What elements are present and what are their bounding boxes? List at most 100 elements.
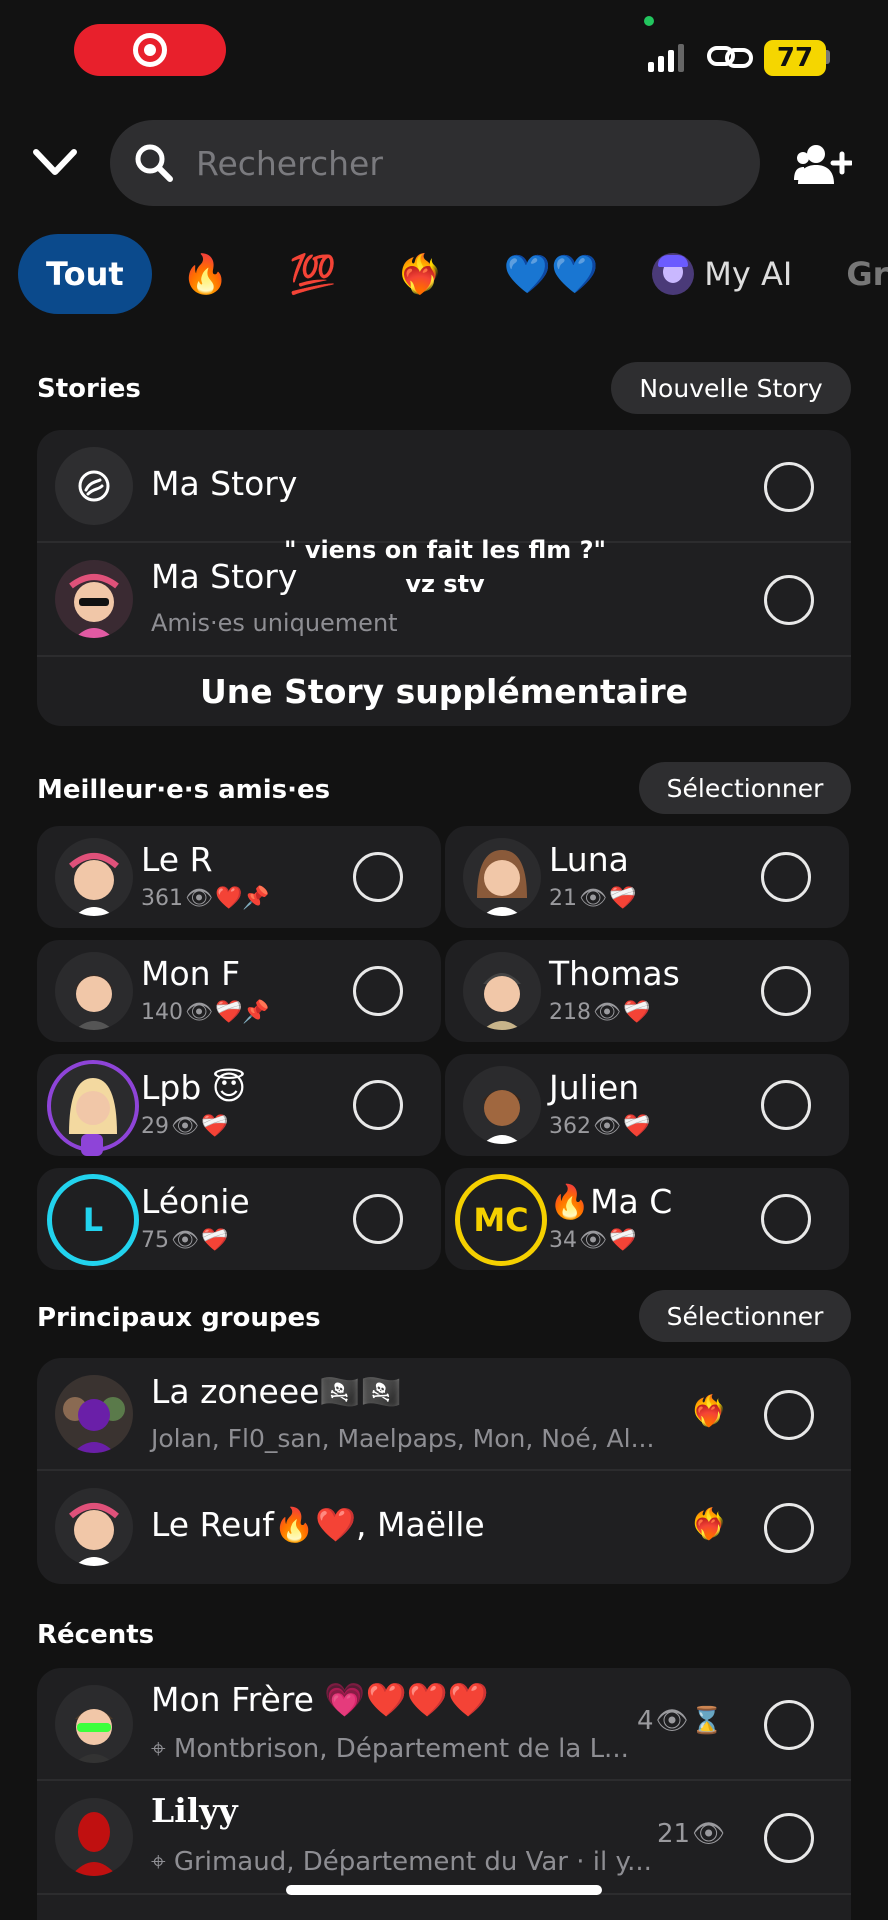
friends-story-checkbox[interactable] bbox=[764, 575, 814, 625]
recent-name: Lilyy bbox=[151, 1791, 238, 1830]
friend-emojis: ❤️‍🩹 bbox=[608, 1228, 637, 1253]
eye-icon: 👁 bbox=[171, 1114, 199, 1139]
bitmoji-avatar bbox=[55, 1488, 133, 1566]
friend-checkbox[interactable] bbox=[353, 966, 403, 1016]
friend-card[interactable]: MC 🔥Ma C 34 👁 ❤️‍🩹 bbox=[445, 1168, 849, 1270]
friend-name: Thomas bbox=[549, 954, 680, 993]
story-overlay-text-1: " viens on fait les flm ?" bbox=[283, 536, 607, 564]
recent-location-text: Montbrison, Département de la L... bbox=[173, 1734, 629, 1764]
eye-icon: 👁 bbox=[593, 1114, 621, 1139]
groups-section-title: Principaux groupes bbox=[37, 1303, 321, 1333]
friend-checkbox[interactable] bbox=[353, 1080, 403, 1130]
record-icon bbox=[133, 33, 167, 67]
streak-count: 21 bbox=[549, 886, 577, 911]
group-checkbox[interactable] bbox=[764, 1503, 814, 1553]
chip-hundred[interactable]: 💯 bbox=[259, 234, 366, 314]
friend-card[interactable]: Luna 21 👁 ❤️‍🩹 bbox=[445, 826, 849, 928]
battery-level: 77 bbox=[764, 40, 826, 76]
recents-card: Mon Frère 💗❤️❤️❤️ ⌖ Montbrison, Départem… bbox=[37, 1668, 851, 1920]
location-pin-icon: ⌖ bbox=[151, 1847, 166, 1877]
screen-recording-indicator[interactable] bbox=[74, 24, 226, 76]
my-story-checkbox[interactable] bbox=[764, 462, 814, 512]
streak-count: 140 bbox=[141, 1000, 183, 1025]
group-badge: ❤️‍🔥 bbox=[690, 1507, 728, 1542]
stories-section-title: Stories bbox=[37, 374, 141, 404]
default-avatar bbox=[55, 1798, 133, 1876]
friend-checkbox[interactable] bbox=[353, 852, 403, 902]
friend-checkbox[interactable] bbox=[761, 852, 811, 902]
friend-checkbox[interactable] bbox=[353, 1194, 403, 1244]
chip-all[interactable]: Tout bbox=[18, 234, 152, 314]
friend-streak: 75 👁 ❤️‍🩹 bbox=[141, 1228, 228, 1253]
recent-count: 4 bbox=[637, 1706, 654, 1736]
friend-emojis: ❤️‍🩹📌 bbox=[214, 1000, 270, 1025]
new-story-button[interactable]: Nouvelle Story bbox=[611, 362, 851, 414]
friend-name: Le R bbox=[141, 840, 213, 879]
friends-story-subtitle: Amis·es uniquement bbox=[151, 609, 398, 637]
search-bar[interactable] bbox=[110, 120, 760, 206]
vpn-link-icon bbox=[707, 46, 753, 68]
friend-card[interactable]: Julien 362 👁 ❤️‍🩹 bbox=[445, 1054, 849, 1156]
chip-my-ai-label: My AI bbox=[704, 255, 793, 293]
eye-icon: 👁 bbox=[692, 1819, 726, 1849]
chip-heart-fire[interactable]: ❤️‍🔥 bbox=[366, 234, 473, 314]
friend-emojis: ❤️📌 bbox=[214, 886, 270, 911]
bitmoji-avatar bbox=[55, 560, 133, 638]
extra-story-row[interactable]: Une Story supplémentaire bbox=[37, 657, 851, 726]
story-overlay-text-2: vz stv bbox=[405, 570, 485, 598]
group-name: La zoneee🏴‍☠️🏴‍☠️ bbox=[151, 1372, 402, 1411]
search-input[interactable] bbox=[196, 143, 716, 183]
streak-count: 361 bbox=[141, 886, 183, 911]
friends-story-title: Ma Story bbox=[151, 557, 298, 596]
chip-blue-hearts[interactable]: 💙💙 bbox=[474, 234, 629, 314]
friend-checkbox[interactable] bbox=[761, 1194, 811, 1244]
friend-card[interactable]: L Léonie 75 👁 ❤️‍🩹 bbox=[37, 1168, 441, 1270]
streak-count: 29 bbox=[141, 1114, 169, 1139]
group-members: Jolan, Fl0_san, Maelpaps, Mon, Noé, Al..… bbox=[151, 1424, 655, 1453]
friend-card[interactable]: Lpb 😇 29 👁 ❤️‍🩹 bbox=[37, 1054, 441, 1156]
groups-card: La zoneee🏴‍☠️🏴‍☠️ Jolan, Fl0_san, Maelpa… bbox=[37, 1358, 851, 1584]
streak-count: 362 bbox=[549, 1114, 591, 1139]
friend-card[interactable]: Thomas 218 👁 ❤️‍🩹 bbox=[445, 940, 849, 1042]
friend-name: Luna bbox=[549, 840, 629, 879]
groups-select-button[interactable]: Sélectionner bbox=[639, 1290, 851, 1342]
friend-checkbox[interactable] bbox=[761, 1080, 811, 1130]
chip-my-ai[interactable]: My AI bbox=[628, 234, 816, 314]
friend-streak: 21 👁 ❤️‍🩹 bbox=[549, 886, 636, 911]
group-name: Le Reuf🔥❤️, Maëlle bbox=[151, 1505, 485, 1544]
extra-story-label: Une Story supplémentaire bbox=[200, 672, 688, 711]
friend-checkbox[interactable] bbox=[761, 966, 811, 1016]
best-friends-select-button[interactable]: Sélectionner bbox=[639, 762, 851, 814]
eye-icon: 👁 bbox=[579, 886, 607, 911]
friend-card[interactable]: Mon F 140 👁 ❤️‍🩹📌 bbox=[37, 940, 441, 1042]
chip-groups[interactable]: Gr bbox=[816, 234, 888, 314]
chip-fire[interactable]: 🔥 bbox=[152, 234, 259, 314]
story-camera-icon bbox=[55, 447, 133, 525]
eye-icon: 👁 bbox=[655, 1706, 689, 1736]
recent-row[interactable]: Lilyy ⌖ Grimaud, Département du Var · il… bbox=[37, 1781, 851, 1893]
my-story-row[interactable]: Ma Story bbox=[37, 430, 851, 542]
friend-streak: 218 👁 ❤️‍🩹 bbox=[549, 1000, 650, 1025]
camera-in-use-dot bbox=[644, 16, 654, 26]
friend-name: Léonie bbox=[141, 1182, 250, 1221]
add-friend-icon[interactable] bbox=[794, 140, 852, 188]
recent-checkbox[interactable] bbox=[764, 1700, 814, 1750]
location-pin-icon: ⌖ bbox=[151, 1734, 166, 1764]
initial-avatar: MC bbox=[455, 1174, 547, 1266]
chevron-down-icon[interactable] bbox=[30, 142, 80, 182]
recent-count: 21 bbox=[657, 1819, 691, 1849]
group-row[interactable]: La zoneee🏴‍☠️🏴‍☠️ Jolan, Fl0_san, Maelpa… bbox=[37, 1358, 851, 1470]
home-indicator[interactable] bbox=[286, 1885, 602, 1895]
bitmoji-avatar bbox=[463, 952, 541, 1030]
friend-card[interactable]: Le R 361 👁 ❤️📌 bbox=[37, 826, 441, 928]
eye-icon: 👁 bbox=[185, 1000, 213, 1025]
friend-streak: 361 👁 ❤️📌 bbox=[141, 886, 270, 911]
my-ai-avatar bbox=[652, 253, 695, 295]
friend-streak: 140 👁 ❤️‍🩹📌 bbox=[141, 1000, 270, 1025]
group-checkbox[interactable] bbox=[764, 1390, 814, 1440]
recent-row[interactable]: Mon Frère 💗❤️❤️❤️ ⌖ Montbrison, Départem… bbox=[37, 1668, 851, 1780]
group-avatar bbox=[55, 1375, 133, 1453]
group-row[interactable]: Le Reuf🔥❤️, Maëlle ❤️‍🔥 bbox=[37, 1471, 851, 1583]
recent-checkbox[interactable] bbox=[764, 1813, 814, 1863]
streak-count: 218 bbox=[549, 1000, 591, 1025]
